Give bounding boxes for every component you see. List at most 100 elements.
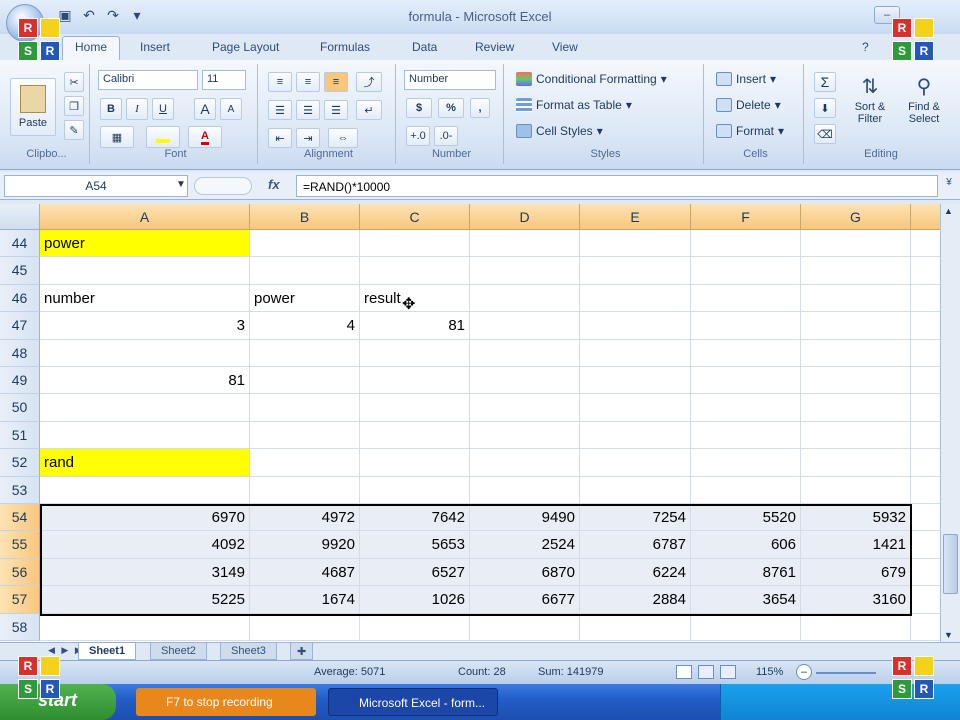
underline-button[interactable]: U <box>152 98 174 120</box>
insert-sheet-icon[interactable]: ✚ <box>290 643 314 660</box>
cell-a50[interactable] <box>40 394 250 422</box>
percent-button[interactable]: % <box>438 98 464 118</box>
row-header[interactable]: 44 <box>0 230 40 258</box>
tab-sheet3[interactable]: Sheet3 <box>220 643 277 660</box>
row-header[interactable]: 58 <box>0 613 40 641</box>
tab-insert[interactable]: Insert <box>140 40 170 54</box>
cell-e53[interactable] <box>580 476 691 504</box>
cell-a54[interactable]: 6970 <box>40 504 250 532</box>
cell-c58[interactable] <box>360 613 470 641</box>
row-header[interactable]: 47 <box>0 312 40 340</box>
cell-f51[interactable] <box>691 421 801 450</box>
column-header-f[interactable]: F <box>691 204 801 230</box>
cell-e51[interactable] <box>580 421 691 450</box>
scroll-up-icon[interactable]: ▲ <box>944 206 953 216</box>
cell-c48[interactable] <box>360 339 470 367</box>
cell-h57[interactable] <box>911 586 940 614</box>
cell-g57[interactable]: 3160 <box>801 586 911 614</box>
cell-g45[interactable] <box>801 257 911 285</box>
borders-icon[interactable]: ▦ <box>100 126 134 148</box>
cell-d52[interactable] <box>470 449 580 477</box>
cell-f52[interactable] <box>691 449 801 477</box>
row-header[interactable]: 45 <box>0 257 40 285</box>
expand-formula-bar-icon[interactable]: ¥ <box>942 177 956 195</box>
cell-c56[interactable]: 6527 <box>360 558 470 587</box>
cell-g56[interactable]: 679 <box>801 558 911 587</box>
cell-h55[interactable] <box>911 531 940 559</box>
cell-a55[interactable]: 4092 <box>40 531 250 559</box>
cell-styles-button[interactable]: Cell Styles ▾ <box>516 124 603 138</box>
tab-sheet1[interactable]: Sheet1 <box>78 643 137 660</box>
cell-f50[interactable] <box>691 394 801 422</box>
insert-button[interactable]: Insert ▾ <box>716 72 776 86</box>
cell-e55[interactable]: 6787 <box>580 531 691 559</box>
cell-c50[interactable] <box>360 394 470 422</box>
cell-d46[interactable] <box>470 284 580 313</box>
cell-b46[interactable]: power <box>250 284 360 313</box>
cell-h46[interactable] <box>911 285 940 313</box>
cell-c52[interactable] <box>360 449 470 477</box>
row-header[interactable]: 50 <box>0 394 40 422</box>
cell-b51[interactable] <box>250 421 360 450</box>
merge-center-icon[interactable]: ⇔ <box>328 128 358 148</box>
cell-b49[interactable] <box>250 367 360 395</box>
cell-a45[interactable] <box>40 257 250 285</box>
taskbar-recording[interactable]: F7 to stop recording <box>136 688 316 716</box>
cell-h44[interactable] <box>911 230 940 258</box>
cell-d58[interactable] <box>470 613 580 641</box>
cell-g47[interactable] <box>801 312 911 340</box>
cell-c51[interactable] <box>360 421 470 450</box>
currency-button[interactable]: $ <box>406 98 432 118</box>
row-header[interactable]: 46 <box>0 284 40 313</box>
cell-g49[interactable] <box>801 367 911 395</box>
row-header[interactable]: 56 <box>0 558 40 587</box>
cell-b58[interactable] <box>250 613 360 641</box>
format-as-table-button[interactable]: Format as Table ▾ <box>516 98 632 112</box>
align-right-icon[interactable]: ☰ <box>324 100 348 120</box>
row-header[interactable]: 54 <box>0 504 40 532</box>
align-center-icon[interactable]: ☰ <box>296 100 320 120</box>
cell-g48[interactable] <box>801 339 911 367</box>
row-header[interactable]: 48 <box>0 339 40 367</box>
cell-c45[interactable] <box>360 257 470 285</box>
tab-formulas[interactable]: Formulas <box>320 40 370 54</box>
copy-icon[interactable]: ❐ <box>64 96 84 116</box>
row-header[interactable]: 53 <box>0 476 40 504</box>
cell-h49[interactable] <box>911 367 940 395</box>
zoom-slider[interactable] <box>816 672 876 674</box>
cell-a57[interactable]: 5225 <box>40 586 250 614</box>
italic-button[interactable]: I <box>126 98 148 120</box>
cell-d53[interactable] <box>470 476 580 504</box>
taskbar-excel[interactable]: Microsoft Excel - form... <box>328 688 498 716</box>
cell-a44[interactable]: power <box>40 230 250 258</box>
cell-f53[interactable] <box>691 476 801 504</box>
cell-f55[interactable]: 606 <box>691 531 801 559</box>
cell-h53[interactable] <box>911 477 940 504</box>
cell-f54[interactable]: 5520 <box>691 504 801 532</box>
cell-a49[interactable]: 81 <box>40 367 250 395</box>
cell-f56[interactable]: 8761 <box>691 558 801 587</box>
cell-f49[interactable] <box>691 367 801 395</box>
cell-g52[interactable] <box>801 449 911 477</box>
zoom-out-icon[interactable]: – <box>796 664 812 680</box>
cell-g51[interactable] <box>801 421 911 450</box>
cell-c49[interactable] <box>360 367 470 395</box>
cell-e48[interactable] <box>580 339 691 367</box>
column-header-b[interactable]: B <box>250 204 360 230</box>
tab-page-layout[interactable]: Page Layout <box>212 40 279 54</box>
cell-d47[interactable] <box>470 312 580 340</box>
cell-e49[interactable] <box>580 367 691 395</box>
row-header[interactable]: 57 <box>0 586 40 614</box>
font-size-combo[interactable]: 11 <box>202 70 246 90</box>
cell-b56[interactable]: 4687 <box>250 558 360 587</box>
zoom-level[interactable]: 115% <box>756 666 783 678</box>
cell-h58[interactable] <box>911 614 940 641</box>
cell-f47[interactable] <box>691 312 801 340</box>
column-header-g[interactable]: G <box>801 204 911 230</box>
cell-e52[interactable] <box>580 449 691 477</box>
decrease-indent-icon[interactable]: ⇤ <box>268 128 292 148</box>
page-break-view-icon[interactable] <box>720 665 736 679</box>
name-box[interactable]: A54 <box>4 175 188 197</box>
font-color-icon[interactable]: A <box>188 126 222 148</box>
column-header-d[interactable]: D <box>470 204 580 230</box>
